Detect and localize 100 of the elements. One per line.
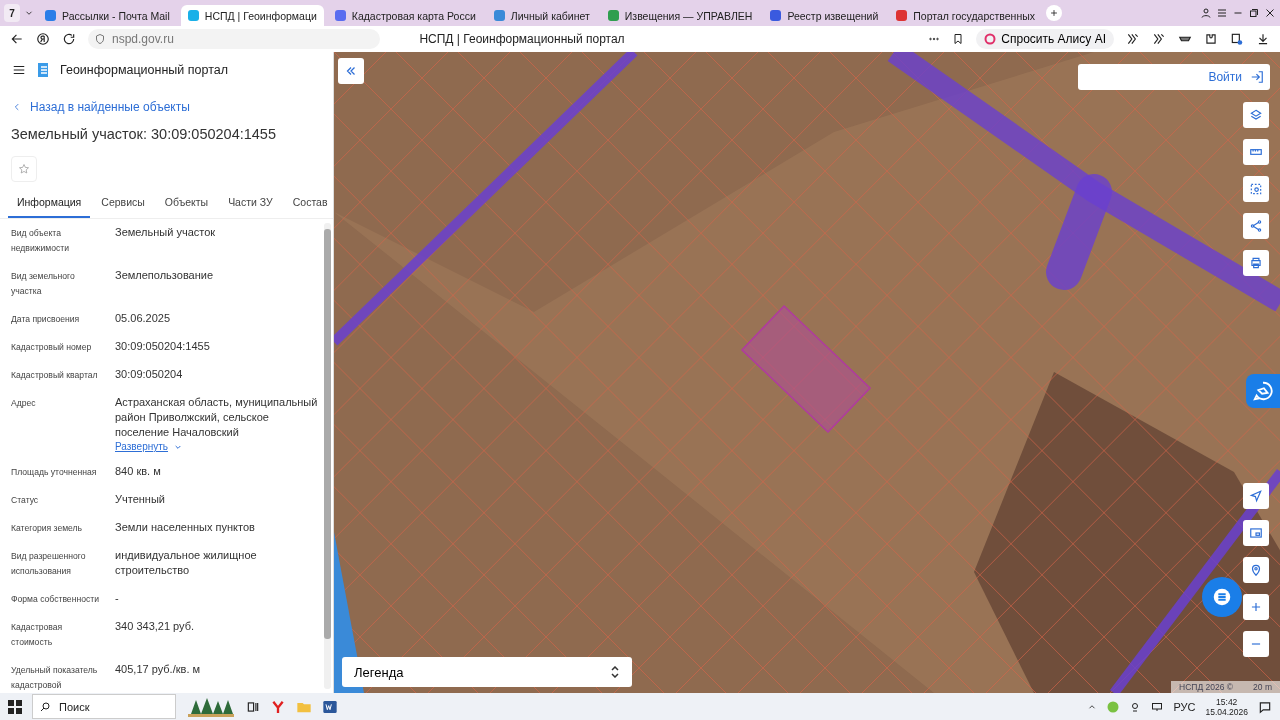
browser-tab[interactable]: Кадастровая карта Росси [327, 5, 483, 26]
share-icon [1249, 219, 1263, 233]
bookmark-icon [952, 33, 965, 45]
field-value: 840 кв. м [115, 464, 162, 479]
location-pin-button[interactable] [1243, 557, 1269, 583]
browser-tab[interactable]: Рассылки - Почта Mail [38, 5, 177, 26]
browser-tab[interactable]: Реестр извещений [763, 5, 886, 26]
field-label: Форма собственности [11, 593, 100, 606]
browser-tab[interactable]: НСПД | Геоинформаци [180, 5, 324, 26]
double-chevron-left-icon [345, 65, 357, 77]
info-tab[interactable]: Части ЗУ [219, 190, 282, 218]
field-value: 405,17 руб./кв. м [115, 662, 202, 677]
field-label: Статус [11, 494, 40, 507]
minimap-icon [1249, 526, 1263, 540]
browser-letter-icon[interactable] [270, 698, 286, 715]
ruler-button[interactable] [1243, 139, 1269, 165]
field-label: Вид объекта недвижимости [11, 227, 70, 255]
alice-button[interactable]: Спросить Алису AI [976, 29, 1114, 49]
field-label: Площадь уточненная [11, 466, 98, 479]
browser-tab[interactable]: Личный кабинет [486, 5, 597, 26]
login-icon [1250, 70, 1264, 84]
menu-icon [12, 63, 26, 77]
shield-icon [94, 33, 106, 45]
app-title: Геоинформационный портал [60, 63, 229, 77]
field-label: Адрес [11, 397, 37, 410]
windows-start-icon[interactable] [8, 699, 22, 714]
navigation-arrow-button[interactable] [1243, 483, 1269, 509]
info-tab[interactable]: Состав [283, 190, 337, 218]
minimap-button[interactable] [1243, 520, 1269, 546]
feedback-button[interactable] [1246, 374, 1280, 408]
browser-tab[interactable]: Портал государственных [889, 5, 1043, 26]
parcel-heading: Земельный участок: 30:09:050204:1455 [10, 125, 277, 144]
info-tab[interactable]: Объекты [155, 190, 218, 218]
field-label: Дата присвоения [11, 313, 81, 326]
field-value: 340 343,21 руб. [115, 619, 196, 634]
navigation-arrow-icon [1249, 489, 1263, 503]
field-value: 30:09:050204 [115, 367, 184, 382]
star-icon [18, 162, 30, 176]
download-icon [1256, 32, 1270, 46]
address-field[interactable]: nspd.gov.ru [88, 29, 380, 49]
field-value: 05.06.2025 [115, 311, 172, 326]
task-view-icon [246, 699, 260, 714]
back-arrow-icon [10, 32, 24, 46]
field-label: Кадастровый номер [11, 341, 93, 354]
info-tab[interactable]: Сервисы [92, 190, 154, 218]
alice-ring-icon [984, 33, 997, 45]
login-button[interactable]: Войти [1078, 64, 1270, 90]
field-label: Категория земель [11, 522, 84, 535]
zoom-out-button[interactable] [1243, 631, 1269, 657]
monitor-icon [1151, 700, 1164, 713]
field-value: Земельный участок [115, 225, 217, 240]
browser-tab[interactable]: Извещения — УПРАВЛЕН [600, 5, 760, 26]
document-app-icon[interactable] [322, 698, 338, 715]
zoom-in-button[interactable] [1243, 594, 1269, 620]
layers-icon [1249, 108, 1263, 122]
print-button[interactable] [1243, 250, 1269, 276]
language-indicator[interactable]: РУС [1173, 700, 1196, 713]
info-tab[interactable]: Информация [8, 190, 91, 218]
clock-date: 15.04.2026 [1205, 706, 1248, 717]
legend-dropdown[interactable]: Легенда [342, 657, 632, 687]
select-area-button[interactable] [1243, 176, 1269, 202]
print-icon [1249, 256, 1263, 270]
field-value: 30:09:050204:1455 [115, 339, 211, 354]
field-label: Удельный показатель кадастровой [11, 664, 99, 692]
select-area-icon [1249, 182, 1263, 196]
location-pin-icon [1249, 563, 1263, 577]
field-value: Земли населенных пунктов [115, 520, 256, 535]
clock-time: 15:42 [1216, 696, 1238, 707]
search-icon [39, 700, 51, 713]
new-tab-icon[interactable] [1046, 5, 1063, 21]
zoom-in-icon [1249, 600, 1263, 614]
minimize-icon [1232, 12, 1244, 14]
layers-button[interactable] [1243, 102, 1269, 128]
page-title: НСПД | Геоинформационный портал [418, 32, 626, 46]
taskbar-search-field[interactable]: Поиск [32, 694, 176, 719]
sort-caret-icon [610, 666, 620, 678]
restore-icon [1248, 7, 1260, 19]
field-label: Вид земельного участка [11, 270, 76, 298]
collapse-panel-button[interactable] [338, 58, 364, 84]
expand-link[interactable]: Развернуть [115, 441, 182, 452]
field-value: индивидуальное жилищное строительство [115, 548, 258, 578]
share-button[interactable] [1243, 213, 1269, 239]
notification-icon [1258, 699, 1272, 714]
map-attribution: НСПД 2026 © [1179, 682, 1234, 692]
back-link[interactable]: Назад в найденные объекты [0, 88, 333, 120]
profile-icon [1200, 7, 1212, 19]
badge-icon [1230, 32, 1244, 46]
field-value: Учтенный [115, 492, 166, 507]
speech-bubble-icon [1252, 380, 1274, 402]
scale-label: 20 m [1253, 682, 1272, 692]
chat-icon [1211, 586, 1233, 608]
scrollbar[interactable] [324, 223, 331, 689]
tab-count[interactable]: 7 [4, 4, 20, 22]
circle-letter-icon [36, 32, 50, 46]
field-value: Астраханская область, муниципальный район Приволжский, сельское поселение Началовский [115, 395, 319, 440]
field-label: Вид разрешенного использования [11, 550, 87, 578]
field-value: - [115, 591, 120, 606]
chevron-left-icon [12, 102, 22, 112]
menu-icon [1216, 7, 1228, 19]
field-label: Кадастровый квартал [11, 369, 99, 382]
